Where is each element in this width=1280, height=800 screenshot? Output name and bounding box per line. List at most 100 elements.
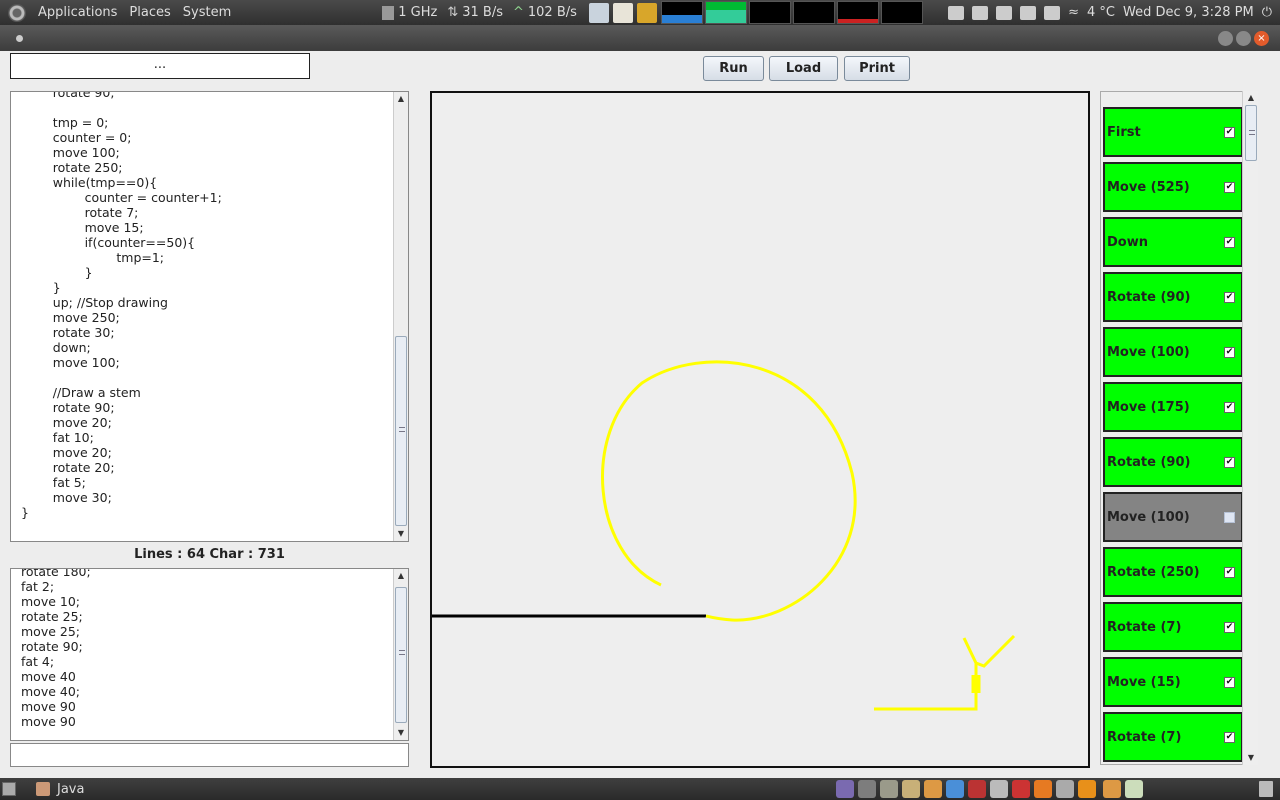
system-menu[interactable]: System (177, 5, 237, 20)
show-desktop-icon[interactable] (2, 782, 16, 796)
drive-icon[interactable] (588, 2, 609, 23)
minimize-button[interactable] (1218, 31, 1233, 46)
command-item[interactable]: Rotate (7) ✔ (1103, 712, 1243, 762)
bluetooth-icon[interactable] (972, 5, 989, 20)
window-title-bar[interactable]: × (0, 25, 1280, 51)
command-item-label: Down (1107, 234, 1148, 250)
command-item[interactable]: Rotate (250) ✔ (1103, 547, 1243, 597)
command-item[interactable]: Move (15) ✔ (1103, 657, 1243, 707)
command-enabled-checkbox[interactable]: ✔ (1224, 292, 1235, 303)
command-enabled-checkbox[interactable]: ✔ (1224, 622, 1235, 633)
scroll-down-icon[interactable]: ▼ (396, 529, 406, 539)
close-button[interactable]: × (1254, 31, 1269, 46)
terminal-icon[interactable] (858, 780, 876, 798)
history-scroll-thumb[interactable] (395, 587, 407, 723)
cpu-freq: 1 GHz (398, 5, 438, 20)
keyboard-icon[interactable] (996, 5, 1013, 20)
power-icon[interactable]: ⏻ (1262, 5, 1272, 20)
upload-arrow-icon: ^ (512, 5, 524, 20)
applications-menu[interactable]: Applications (32, 5, 123, 20)
command-enabled-checkbox[interactable] (1224, 512, 1235, 523)
taskbar-java[interactable]: Java (29, 779, 84, 799)
scroll-up-icon[interactable]: ▲ (396, 571, 406, 581)
battery-icon[interactable] (1044, 5, 1061, 20)
command-item[interactable]: Move (100) ✔ (1103, 327, 1243, 377)
scroll-up-icon[interactable]: ▲ (1246, 93, 1256, 103)
command-item[interactable]: Move (100) (1103, 492, 1243, 542)
clock[interactable]: Wed Dec 9, 3:28 PM (1123, 5, 1254, 20)
code-editor-text[interactable]: rotate 90; tmp = 0; counter = 0; move 10… (21, 92, 222, 520)
command-item[interactable]: Rotate (7) ✔ (1103, 602, 1243, 652)
scroll-up-icon[interactable]: ▲ (396, 94, 406, 104)
command-item-label: Move (100) (1107, 344, 1190, 360)
command-item[interactable]: First ✔ (1103, 107, 1243, 157)
command-input[interactable] (10, 743, 409, 767)
command-item-label: Move (175) (1107, 399, 1190, 415)
command-enabled-checkbox[interactable]: ✔ (1224, 127, 1235, 138)
network-icon[interactable] (1020, 5, 1037, 20)
top-panel: Applications Places System 1 GHz ⇅ 31 B/… (0, 0, 1280, 25)
command-enabled-checkbox[interactable]: ✔ (1224, 732, 1235, 743)
history-scrollbar[interactable]: ▲ ▼ (393, 569, 408, 740)
command-item[interactable]: Rotate (90) ✔ (1103, 272, 1243, 322)
command-item-label: Move (15) (1107, 674, 1181, 690)
command-history[interactable]: rotate 180; fat 2; move 10; rotate 25; m… (10, 568, 409, 741)
command-enabled-checkbox[interactable]: ✔ (1224, 347, 1235, 358)
scroll-down-icon[interactable]: ▼ (1246, 753, 1256, 763)
drawing-canvas[interactable] (430, 91, 1090, 768)
command-item[interactable]: Move (525) ✔ (1103, 162, 1243, 212)
load-button[interactable]: Load (769, 56, 838, 81)
scroll-down-icon[interactable]: ▼ (396, 728, 406, 738)
chrome-2-icon[interactable] (1103, 780, 1121, 798)
dropbox-icon[interactable] (948, 5, 965, 20)
print-button[interactable]: Print (844, 56, 910, 81)
command-item-label: Rotate (90) (1107, 289, 1191, 305)
command-item-label: Move (100) (1107, 509, 1190, 525)
system-tool-icon[interactable] (990, 780, 1008, 798)
file-path-field[interactable]: ... (10, 53, 310, 79)
netspeed-down[interactable]: ⇅ 31 B/s (447, 5, 503, 20)
command-enabled-checkbox[interactable]: ✔ (1224, 567, 1235, 578)
filezilla-manager-icon[interactable] (968, 780, 986, 798)
system-monitor-graphs[interactable] (660, 1, 923, 24)
command-item[interactable]: Down ✔ (1103, 217, 1243, 267)
weather-icon[interactable]: ≈ (1068, 5, 1079, 20)
command-enabled-checkbox[interactable]: ✔ (1224, 457, 1235, 468)
command-enabled-checkbox[interactable]: ✔ (1224, 402, 1235, 413)
folder-icon[interactable] (636, 2, 657, 23)
command-list[interactable]: First ✔ Move (525) ✔ Down ✔ Rotate (90) ✔ Move (… (1100, 91, 1258, 765)
vlc-icon[interactable] (1078, 780, 1096, 798)
gimp-icon[interactable] (880, 780, 898, 798)
command-enabled-checkbox[interactable]: ✔ (1224, 677, 1235, 688)
editor-scroll-thumb[interactable] (395, 336, 407, 526)
taskbar-java-label: Java (57, 781, 85, 797)
eclipse-icon[interactable] (836, 780, 854, 798)
calculator-icon[interactable] (1056, 780, 1074, 798)
ubuntu-logo-icon[interactable] (8, 3, 26, 22)
notes-icon[interactable] (612, 2, 633, 23)
dropbox-launcher-icon[interactable] (946, 780, 964, 798)
command-list-scroll-thumb[interactable] (1245, 105, 1257, 161)
cpu-indicator[interactable]: 1 GHz (382, 5, 437, 20)
command-item[interactable]: Move (175) ✔ (1103, 382, 1243, 432)
temperature[interactable]: 4 °C (1087, 5, 1115, 20)
netspeed-up[interactable]: ^ 102 B/s (513, 5, 577, 20)
maximize-button[interactable] (1236, 31, 1251, 46)
command-item[interactable]: Rotate (90) ✔ (1103, 437, 1243, 487)
trash-icon[interactable] (1259, 781, 1273, 797)
firefox-icon[interactable] (1034, 780, 1052, 798)
window-menu-icon[interactable] (16, 35, 23, 42)
java-launcher-icon[interactable] (1125, 780, 1143, 798)
editor-scrollbar[interactable]: ▲ ▼ (393, 92, 408, 541)
grip-icon (399, 427, 405, 432)
home-folder-icon[interactable] (902, 780, 920, 798)
filezilla-icon[interactable] (1012, 780, 1030, 798)
places-menu[interactable]: Places (123, 5, 176, 20)
network-arrows-icon: ⇅ (447, 5, 459, 20)
command-enabled-checkbox[interactable]: ✔ (1224, 182, 1235, 193)
command-enabled-checkbox[interactable]: ✔ (1224, 237, 1235, 248)
chrome-icon[interactable] (924, 780, 942, 798)
command-list-scrollbar[interactable]: ▲ ▼ (1242, 91, 1258, 765)
run-button[interactable]: Run (703, 56, 764, 81)
code-editor[interactable]: rotate 90; tmp = 0; counter = 0; move 10… (10, 91, 409, 542)
